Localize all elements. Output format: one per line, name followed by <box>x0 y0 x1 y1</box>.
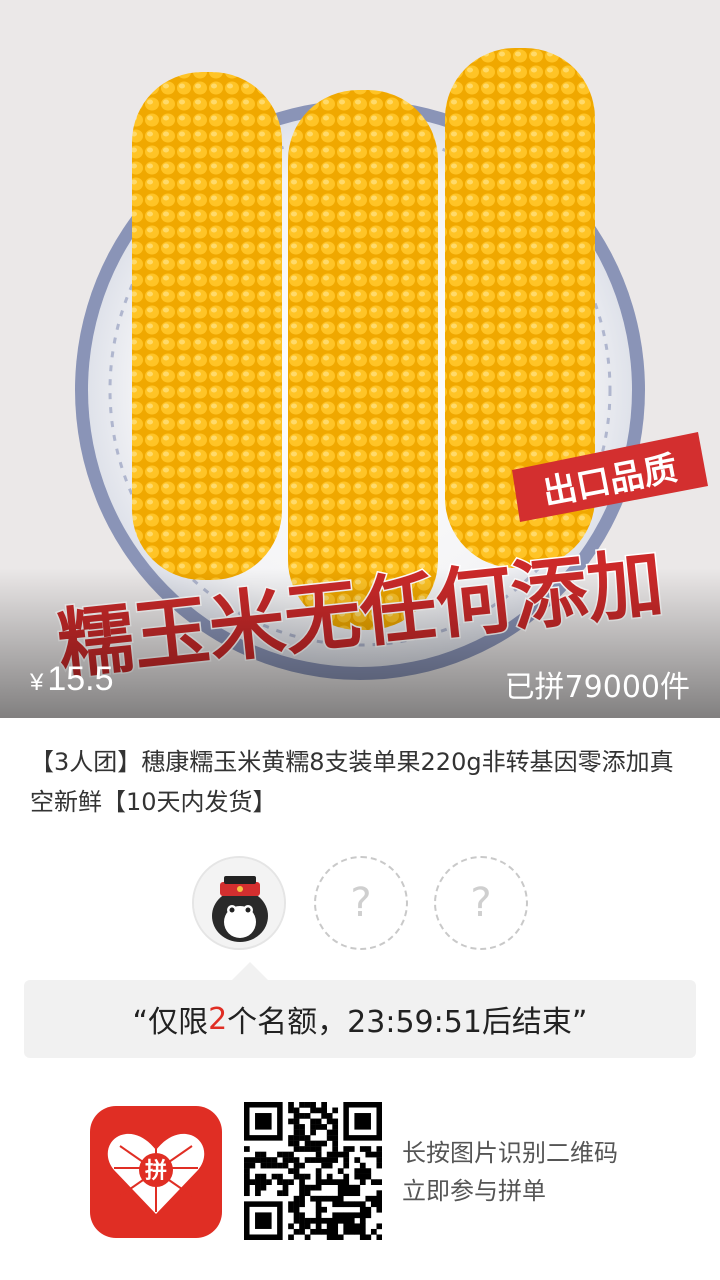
logo-text: 拼 <box>145 1158 167 1184</box>
corn-cob-middle <box>288 90 438 630</box>
pinduoduo-logo: 拼 <box>90 1106 222 1238</box>
sold-count: 已拼79000件 <box>504 670 690 705</box>
notice-suffix: 个名额，23:59:51后结束” <box>227 1005 588 1040</box>
empty-slot[interactable]: ? <box>314 856 408 950</box>
scan-line-2: 立即参与拼单 <box>402 1177 546 1205</box>
notice-count: 2 <box>208 1001 228 1037</box>
app-logo-icon: 拼 <box>107 1133 205 1214</box>
corn-cob-left <box>132 72 282 580</box>
currency-symbol: ¥ <box>30 669 44 696</box>
scan-line-1: 长按图片识别二维码 <box>402 1139 618 1167</box>
empty-slot[interactable]: ? <box>434 856 528 950</box>
product-title: 【3人团】穗康糯玉米黄糯8支装单果220g非转基因零添加真空新鲜【10天内发货】 <box>30 748 674 816</box>
qr-code[interactable] <box>244 1102 383 1241</box>
notice-pointer <box>232 962 268 980</box>
avatar[interactable] <box>192 856 286 950</box>
notice-prefix: “仅限 <box>132 1005 209 1040</box>
slot-notice: “仅限 2 个名额，23:59:51后结束” <box>24 980 696 1058</box>
price-value: 15.5 <box>47 660 114 698</box>
cat-avatar-icon <box>194 858 284 948</box>
qr-code-icon <box>244 1102 383 1241</box>
scan-instructions: 长按图片识别二维码 立即参与拼单 <box>402 1134 618 1210</box>
group-members: ? ? <box>0 856 720 950</box>
price-label: ¥15.5 <box>30 660 114 699</box>
product-image[interactable]: 出口品质 糯玉米无任何添加 ¥15.5 已拼79000件 <box>0 0 720 718</box>
